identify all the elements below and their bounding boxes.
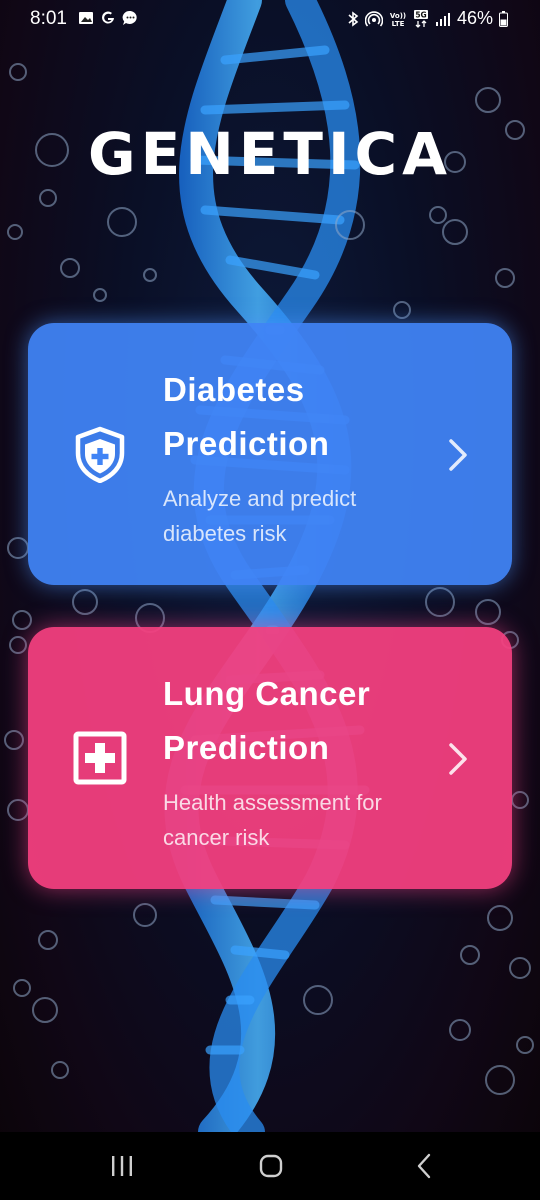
notification-icons: [78, 10, 139, 26]
card-subtitle: Analyze and predict diabetes risk: [163, 481, 433, 551]
gallery-icon: [79, 12, 93, 24]
5g-icon: 5G: [413, 9, 428, 28]
card-title-line1: Diabetes: [163, 371, 305, 408]
google-icon: [102, 11, 114, 24]
svg-text:Vo)): Vo)): [390, 12, 406, 20]
status-time: 8:01: [30, 8, 67, 29]
card-subtitle-line2: cancer risk: [163, 825, 270, 850]
medical-cross-icon: [73, 731, 127, 785]
diabetes-prediction-card[interactable]: Diabetes Prediction Analyze and predict …: [28, 323, 512, 585]
back-icon[interactable]: [410, 1152, 440, 1180]
card-title-line1: Lung Cancer: [163, 675, 371, 712]
card-title-line2: Prediction: [163, 729, 330, 766]
card-subtitle-line1: Analyze and predict: [163, 486, 357, 511]
bluetooth-icon: [348, 10, 359, 27]
hotspot-icon: [364, 10, 383, 27]
volte-icon: Vo)) LTE: [390, 12, 406, 27]
card-subtitle: Health assessment for cancer risk: [163, 785, 433, 855]
app-logo: GENETICA: [88, 120, 452, 188]
messages-icon: [122, 10, 137, 25]
lung-cancer-prediction-card[interactable]: Lung Cancer Prediction Health assessment…: [28, 627, 512, 889]
home-icon[interactable]: [256, 1152, 286, 1180]
chevron-right-icon: [449, 743, 467, 775]
card-title: Lung Cancer Prediction: [163, 667, 423, 775]
svg-text:5G: 5G: [415, 10, 426, 19]
card-title: Diabetes Prediction: [163, 363, 423, 471]
card-subtitle-line2: diabetes risk: [163, 521, 287, 546]
chevron-right-icon: [449, 439, 467, 471]
navigation-bar: [0, 1132, 540, 1200]
shield-plus-icon: [75, 426, 125, 483]
recent-apps-icon[interactable]: [107, 1152, 137, 1180]
status-bar: 8:01 Vo)) LTE 5G 46%: [0, 0, 540, 40]
battery-icon: [499, 10, 508, 27]
signal-icon: [435, 12, 450, 26]
card-subtitle-line1: Health assessment for: [163, 790, 382, 815]
card-title-line2: Prediction: [163, 425, 330, 462]
battery-percent: 46%: [456, 8, 493, 28]
svg-text:LTE: LTE: [392, 20, 405, 27]
system-icons: Vo)) LTE 5G 46%: [347, 8, 508, 29]
